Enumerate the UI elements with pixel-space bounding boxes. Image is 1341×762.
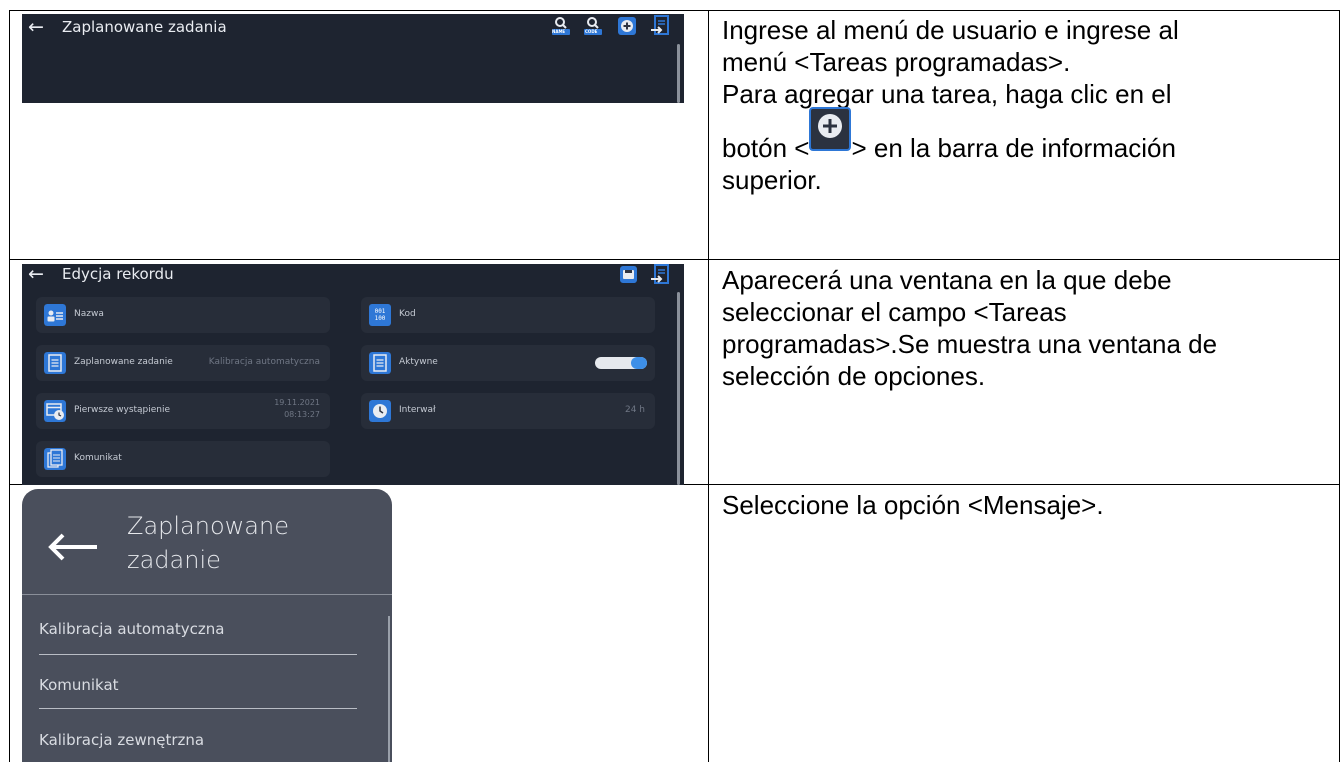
- instruction-step-1: Ingrese al menú de usuario e ingrese al …: [722, 14, 1334, 196]
- dialog-title-line1: Zaplanowane: [127, 512, 289, 540]
- interval-value: 24 h: [624, 405, 645, 415]
- scrollbar[interactable]: [677, 44, 680, 103]
- step1-line5: superior.: [722, 165, 822, 195]
- table-top-border: [9, 10, 1340, 11]
- back-arrow-icon[interactable]: ←: [28, 264, 44, 285]
- step2-line4: selección de opciones.: [722, 361, 986, 391]
- message-field[interactable]: Komunikat: [36, 441, 330, 477]
- active-label: Aktywne: [399, 357, 438, 367]
- step1-line2: menú <Tareas programadas>.: [722, 47, 1071, 77]
- code-icon: 001 100: [369, 304, 391, 326]
- screen-title: Edycja rekordu: [62, 265, 174, 283]
- table-row-divider-1: [9, 259, 1340, 260]
- table-column-divider: [708, 10, 709, 762]
- instruction-step-2: Aparecerá una ventana en la que debe sel…: [722, 264, 1334, 392]
- exit-icon[interactable]: [650, 264, 670, 286]
- record-edit-screen: ← Edycja rekordu Nazwa 001 100 Kod Zapla…: [22, 264, 684, 485]
- option-external-calibration[interactable]: Kalibracja zewnętrzna: [39, 731, 204, 749]
- search-code-badge: CODE: [585, 29, 598, 34]
- exit-icon[interactable]: [650, 15, 670, 37]
- step3-line1: Seleccione la opción <Mensaje>.: [722, 490, 1104, 520]
- interval-label: Interwał: [399, 405, 436, 415]
- step1-line1: Ingrese al menú de usuario e ingrese al: [722, 15, 1179, 45]
- step2-line1: Aparecerá una ventana en la que debe: [722, 265, 1172, 295]
- name-label: Nazwa: [74, 309, 104, 319]
- first-occurrence-date: 19.11.2021: [274, 398, 320, 407]
- scheduled-task-field[interactable]: Zaplanowane zadanie Kalibracja automatyc…: [36, 345, 330, 381]
- message-label: Komunikat: [74, 453, 122, 463]
- calendar-clock-icon: [44, 400, 66, 422]
- first-occurrence-time: 08:13:27: [284, 410, 320, 419]
- add-icon[interactable]: [618, 17, 636, 35]
- scheduled-task-picker-dialog: Zaplanowane zadanie Kalibracja automatyc…: [22, 489, 392, 762]
- title-separator: [22, 594, 392, 595]
- message-documents-icon: [44, 448, 66, 470]
- step1-line4-after: > en la barra de información: [851, 133, 1176, 163]
- dialog-title: Zaplanowane zadanie: [127, 509, 289, 577]
- first-occurrence-label: Pierwsze wystąpienie: [74, 405, 171, 415]
- document-icon: [369, 352, 391, 374]
- table-right-border: [1339, 10, 1340, 762]
- code-field[interactable]: 001 100 Kod: [361, 297, 655, 333]
- name-field[interactable]: Nazwa: [36, 297, 330, 333]
- option-auto-calibration[interactable]: Kalibracja automatyczna: [39, 620, 225, 638]
- scheduled-task-label: Zaplanowane zadanie: [74, 357, 173, 367]
- scheduled-task-value: Kalibracja automatyczna: [208, 357, 320, 367]
- step1-line4-before: botón <: [722, 133, 810, 163]
- back-arrow-icon[interactable]: [47, 532, 99, 562]
- active-toggle[interactable]: [595, 357, 647, 369]
- step1-line4: botón < > en la barra de información: [722, 107, 1334, 164]
- table-left-border: [9, 10, 10, 762]
- inline-add-button-icon: [809, 107, 852, 151]
- toggle-knob: [631, 357, 647, 369]
- save-icon[interactable]: [620, 266, 637, 283]
- option-message[interactable]: Komunikat: [39, 676, 119, 694]
- first-occurrence-value: 19.11.2021 08:13:27: [274, 397, 320, 421]
- document-icon: [44, 352, 66, 374]
- instruction-step-3: Seleccione la opción <Mensaje>.: [722, 489, 1334, 521]
- step1-line3: Para agregar una tarea, haga clic en el: [722, 79, 1172, 109]
- interval-field[interactable]: Interwał 24 h: [361, 393, 655, 429]
- dialog-title-line2: zadanie: [127, 546, 221, 574]
- screen-title: Zaplanowane zadania: [62, 18, 227, 36]
- step2-line2: seleccionar el campo <Tareas: [722, 297, 1067, 327]
- active-field[interactable]: Aktywne: [361, 345, 655, 381]
- scheduled-tasks-screen: ← Zaplanowane zadania NAME CODE: [22, 14, 684, 103]
- option-divider: [39, 708, 357, 709]
- back-arrow-icon[interactable]: ←: [28, 16, 44, 38]
- scrollbar[interactable]: [677, 292, 680, 485]
- code-label: Kod: [399, 309, 416, 319]
- first-occurrence-field[interactable]: Pierwsze wystąpienie 19.11.2021 08:13:27: [36, 393, 330, 429]
- search-name-badge: NAME: [552, 29, 566, 34]
- step2-line3: programadas>.Se muestra una ventana de: [722, 329, 1218, 359]
- code-icon-text: 001 100: [374, 308, 386, 322]
- clock-icon: [369, 400, 391, 422]
- add-icon: [809, 107, 852, 151]
- user-card-icon: [44, 304, 66, 326]
- dialog-scrollbar[interactable]: [388, 616, 390, 762]
- option-divider: [39, 654, 357, 655]
